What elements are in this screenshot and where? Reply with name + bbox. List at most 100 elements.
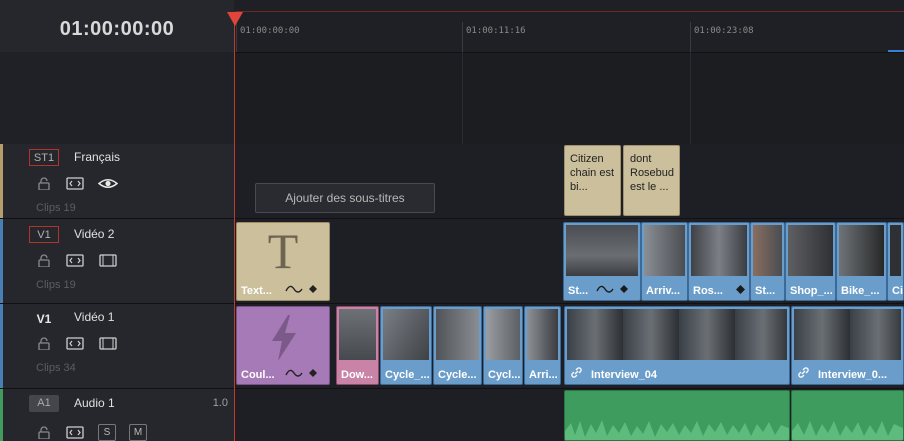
clip-thumbnail <box>644 225 685 276</box>
auto-select-icon[interactable] <box>66 337 84 350</box>
ruler-tick-label: 01:00:11:16 <box>466 26 526 36</box>
video-clip[interactable]: St... <box>750 222 785 301</box>
video-clip[interactable]: St... <box>563 222 641 301</box>
clip-thumbnail <box>567 309 787 360</box>
track-color-stripe <box>0 304 3 388</box>
auto-select-icon[interactable] <box>66 177 84 190</box>
clip-label: Interview_0... <box>818 369 888 381</box>
lock-icon[interactable] <box>38 426 50 439</box>
clip-label: Text... <box>241 285 272 297</box>
audio-waveform <box>792 421 903 440</box>
playhead-handle[interactable] <box>227 12 243 26</box>
audio-level[interactable]: 1.0 <box>213 397 228 409</box>
clip-label: St... <box>755 285 776 297</box>
clip-thumbnail <box>794 309 901 360</box>
track-name[interactable]: Audio 1 <box>74 396 115 410</box>
track-badge[interactable]: A1 <box>29 395 59 412</box>
auto-select-icon[interactable] <box>66 254 84 267</box>
clip-label: Shop_... <box>790 285 833 297</box>
audio-clip[interactable] <box>564 390 790 441</box>
clip-label: Bike_... <box>841 285 880 297</box>
lightning-icon <box>272 315 296 361</box>
clip-label: Cycl... <box>488 369 521 381</box>
film-icon[interactable] <box>99 254 117 267</box>
clip-count: Clips 19 <box>36 279 76 291</box>
track-name[interactable]: Français <box>74 150 120 164</box>
video-clip[interactable]: Arri... <box>524 306 561 385</box>
timeline-ruler[interactable] <box>235 12 904 53</box>
video-clip[interactable]: Cycle... <box>433 306 482 385</box>
title-clip-glyph: T <box>267 223 299 279</box>
track-badge[interactable]: ST1 <box>29 149 59 166</box>
keyframe-icon[interactable] <box>736 285 745 294</box>
render-marker <box>888 50 904 52</box>
ruler-tick-line <box>462 22 463 52</box>
clip-label: Cycle_... <box>385 369 430 381</box>
keyframe-curve-icon[interactable] <box>285 367 317 379</box>
video-clip[interactable]: Arriv... <box>641 222 688 301</box>
track-name[interactable]: Vidéo 2 <box>74 227 114 241</box>
video-clip[interactable]: Bike_... <box>836 222 887 301</box>
lock-icon[interactable] <box>38 337 50 350</box>
video-clip[interactable]: Interview_04 <box>564 306 790 385</box>
track-header-video-1[interactable]: V1 Vidéo 1 Clips 34 <box>0 304 234 389</box>
auto-select-icon[interactable] <box>66 426 84 439</box>
audio-waveform <box>565 420 789 440</box>
mute-button[interactable]: M <box>129 424 147 441</box>
clip-count: Clips 34 <box>36 362 76 374</box>
clip-label: Cycle... <box>438 369 477 381</box>
clip-label: Cit <box>892 285 903 297</box>
clip-thumbnail <box>839 225 884 276</box>
track-badge[interactable]: V1 <box>29 226 59 243</box>
clip-thumbnail <box>890 225 901 276</box>
clip-thumbnail <box>788 225 833 276</box>
v2-clip-group[interactable]: St... Arriv... Ros... St... Shop_... Bik… <box>563 222 904 301</box>
keyframe-curve-icon[interactable] <box>285 283 317 295</box>
video-clip[interactable]: Cit <box>887 222 904 301</box>
clip-thumbnail <box>691 225 747 276</box>
add-subtitles-button[interactable]: Ajouter des sous-titres <box>255 183 435 213</box>
track-header-audio-1[interactable]: A1 Audio 1 1.0 S M <box>0 389 234 441</box>
video-clip[interactable]: Ros... <box>688 222 750 301</box>
track-header-subtitle[interactable]: ST1 Français Clips 19 <box>0 144 234 219</box>
lock-icon[interactable] <box>38 177 50 190</box>
link-icon <box>571 367 582 378</box>
timecode-display[interactable]: 01:00:00:00 <box>0 18 234 41</box>
clip-thumbnail <box>436 309 479 360</box>
video-clip[interactable]: Cycle_... <box>380 306 432 385</box>
video-clip[interactable]: Cycl... <box>483 306 523 385</box>
subtitle-clip[interactable]: Citizen chain est bi... <box>564 145 621 216</box>
track-header-video-2[interactable]: V1 Vidéo 2 Clips 19 <box>0 219 234 304</box>
track-color-stripe <box>0 144 3 218</box>
clip-thumbnail <box>486 309 520 360</box>
track-badge[interactable]: V1 <box>29 311 59 328</box>
solo-button[interactable]: S <box>98 424 116 441</box>
subtitle-clip-text: dont Rosebud est le ... <box>630 153 675 193</box>
clip-label: Arri... <box>529 369 558 381</box>
link-icon <box>798 367 809 378</box>
clip-label: Arriv... <box>646 285 681 297</box>
ruler-tick-label: 01:00:23:08 <box>694 26 754 36</box>
effect-clip[interactable]: Coul... <box>236 306 330 385</box>
track-color-stripe <box>0 389 3 441</box>
film-icon[interactable] <box>99 337 117 350</box>
clip-thumbnail <box>383 309 429 360</box>
clip-count: Clips 19 <box>36 202 76 214</box>
clip-thumbnail <box>339 309 376 360</box>
ruler-top-line <box>235 11 904 12</box>
track-name[interactable]: Vidéo 1 <box>74 310 114 324</box>
audio-clip[interactable] <box>791 390 904 441</box>
eye-icon[interactable] <box>98 177 118 190</box>
subtitle-clip[interactable]: dont Rosebud est le ... <box>623 145 680 216</box>
lock-icon[interactable] <box>38 254 50 267</box>
clip-label: Dow... <box>341 369 373 381</box>
video-clip[interactable]: Interview_0... <box>791 306 904 385</box>
video-clip-pink[interactable]: Dow... <box>336 306 379 385</box>
ruler-tick-label: 01:00:00:00 <box>240 26 300 36</box>
playhead-line[interactable] <box>234 12 235 441</box>
keyframe-curve-icon[interactable] <box>596 283 628 295</box>
clip-thumbnail <box>566 225 638 276</box>
clip-thumbnail <box>527 309 558 360</box>
title-clip[interactable]: T Text... <box>236 222 330 301</box>
video-clip[interactable]: Shop_... <box>785 222 836 301</box>
